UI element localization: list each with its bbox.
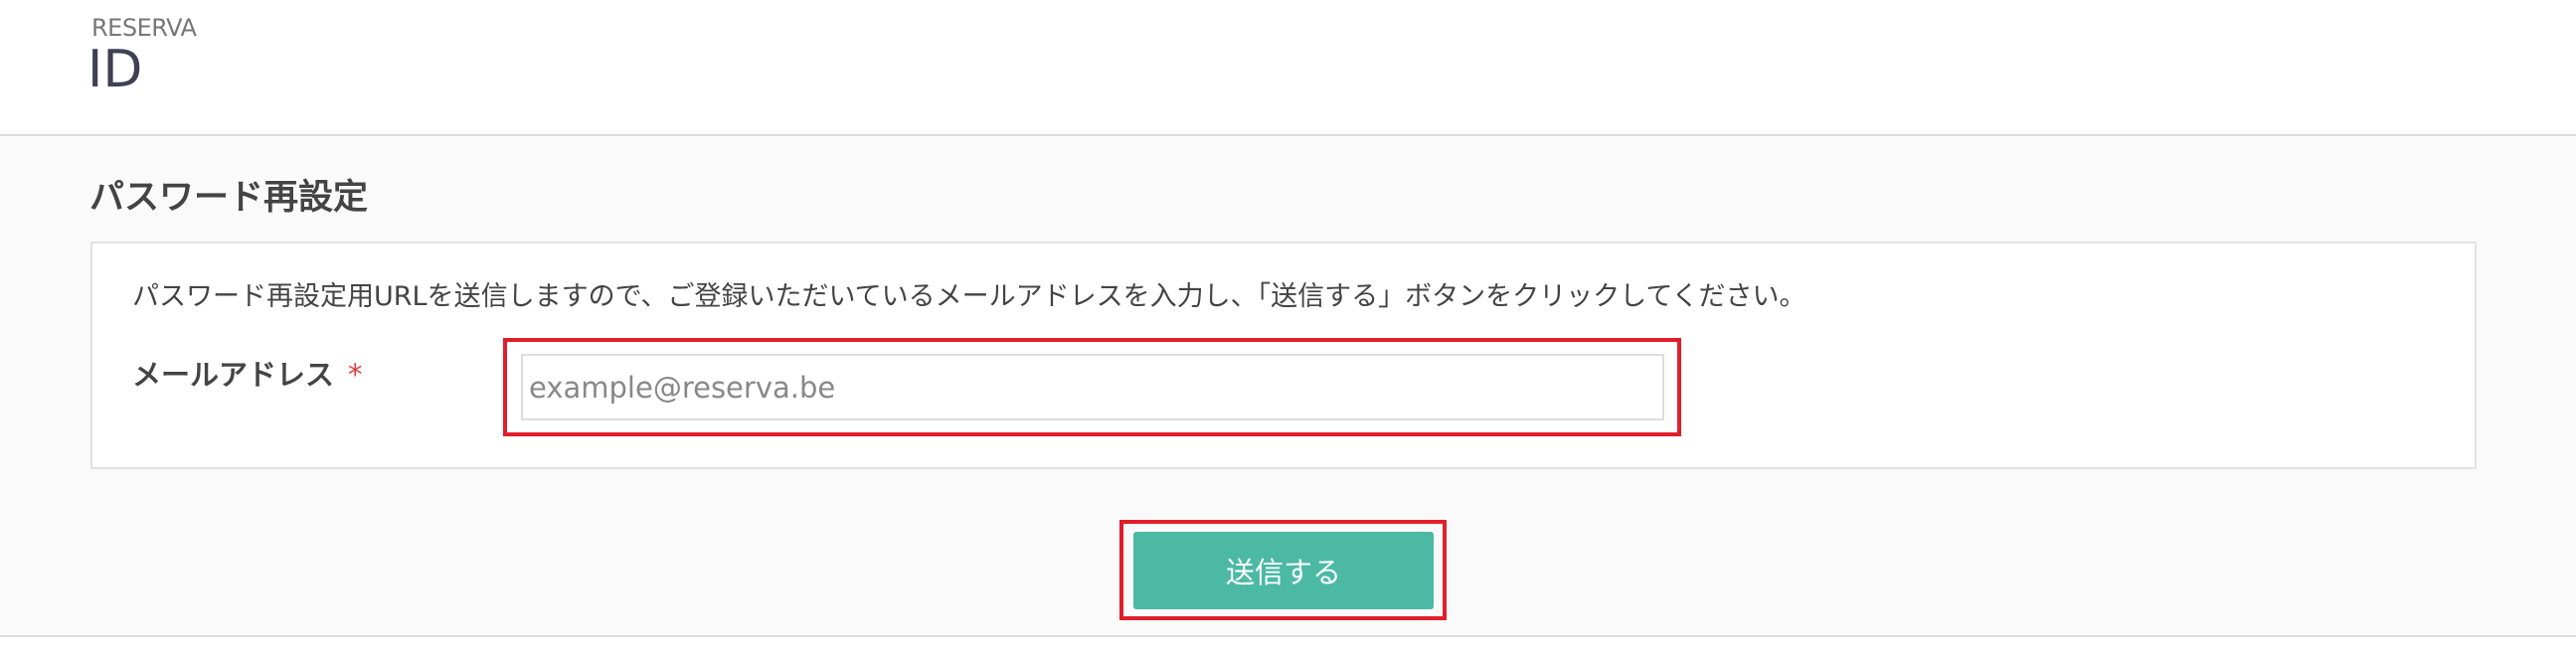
instruction-text: パスワード再設定用URLを送信しますので、ご登録いただいているメールアドレスを入… xyxy=(132,281,1806,312)
logo-id: ID xyxy=(87,40,143,99)
email-label-text: メールアドレス xyxy=(132,358,335,392)
email-input[interactable] xyxy=(521,354,1664,420)
form-panel: パスワード再設定用URLを送信しますので、ご登録いただいているメールアドレスを入… xyxy=(90,242,2477,469)
email-field-highlight xyxy=(503,338,1681,436)
submit-button-highlight: 送信する xyxy=(1119,520,1447,620)
main-content: パスワード再設定 パスワード再設定用URLを送信しますので、ご登録いただいている… xyxy=(0,136,2576,637)
page-title: パスワード再設定 xyxy=(89,178,369,218)
submit-button[interactable]: 送信する xyxy=(1133,532,1434,609)
header: RESERVA ID xyxy=(0,0,2576,136)
email-label: メールアドレス * xyxy=(132,356,363,394)
logo-wordmark: RESERVA xyxy=(91,14,197,42)
required-mark: * xyxy=(348,358,363,392)
